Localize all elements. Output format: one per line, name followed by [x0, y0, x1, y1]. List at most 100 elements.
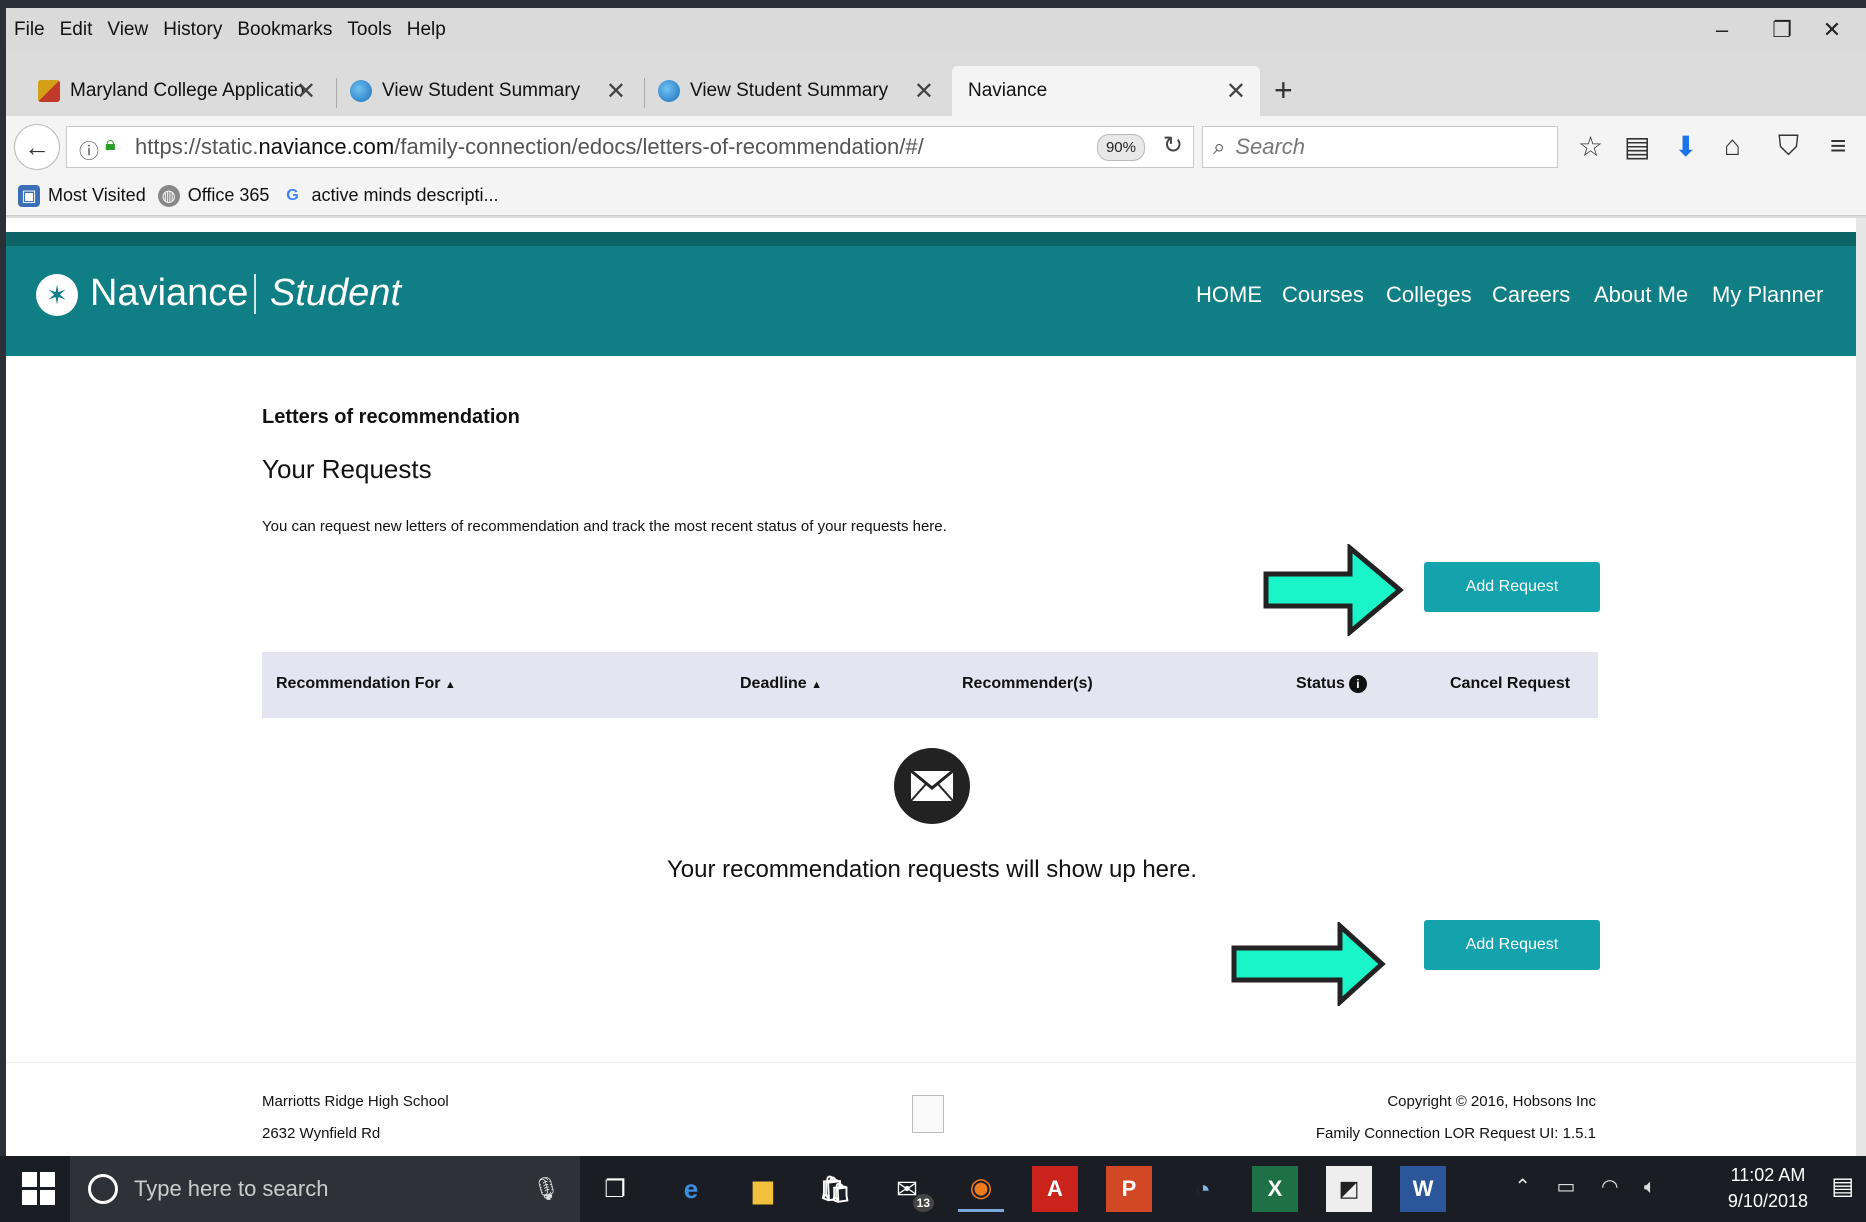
close-icon[interactable]: ✕ — [1226, 77, 1246, 106]
menu-tools[interactable]: Tools — [347, 19, 391, 41]
add-request-button-top[interactable]: Add Request — [1424, 562, 1600, 612]
tab-separator — [336, 78, 337, 108]
system-tray[interactable]: ⌃ ▭ ◠ 🔈︎ — [1514, 1174, 1666, 1199]
tab-bar: Maryland College Applicatio ✕ View Stude… — [6, 66, 1866, 120]
document-icon — [912, 1095, 944, 1133]
minimize-button[interactable]: – — [1696, 12, 1748, 48]
windows-start-icon[interactable] — [22, 1172, 56, 1206]
word-icon[interactable]: W — [1400, 1166, 1446, 1212]
lock-icon: 🔒︎ — [105, 133, 116, 155]
nav-careers[interactable]: Careers — [1492, 282, 1570, 308]
reload-icon[interactable]: ↻ — [1163, 131, 1183, 160]
menu-edit[interactable]: Edit — [60, 19, 93, 41]
sticky-notes-icon[interactable]: ◩ — [1326, 1166, 1372, 1212]
arrow-annotation-bottom — [1231, 922, 1386, 1006]
menu-view[interactable]: View — [107, 19, 148, 41]
search-box[interactable]: ⌕ Search — [1202, 126, 1558, 168]
task-view-icon[interactable]: ❐ — [592, 1166, 638, 1212]
nav-about-me[interactable]: About Me — [1594, 282, 1688, 308]
menu-file[interactable]: File — [14, 19, 45, 41]
browser-window: File Edit View History Bookmarks Tools H… — [6, 8, 1866, 1156]
brand-subtitle: Student — [270, 272, 401, 314]
close-icon[interactable]: ✕ — [296, 77, 316, 106]
page-scrollbar[interactable] — [1856, 218, 1866, 1156]
tab-view-student-summary-2[interactable]: View Student Summary ✕ — [658, 66, 948, 116]
excel-icon[interactable]: X — [1252, 1166, 1298, 1212]
naviance-logo-icon[interactable]: ✶ — [36, 274, 78, 316]
menu-help[interactable]: Help — [407, 19, 446, 41]
bookmark-most-visited[interactable]: ▣ Most Visited — [18, 184, 146, 207]
web-page: ✶ Naviance Student HOME Courses Colleges… — [6, 218, 1858, 1156]
powerpoint-icon[interactable]: P — [1106, 1166, 1152, 1212]
notifications-icon[interactable]: ▤ — [1831, 1172, 1854, 1201]
menu-bookmarks[interactable]: Bookmarks — [237, 19, 332, 41]
column-recommendation-for[interactable]: Recommendation For ▲ — [276, 675, 456, 693]
google-icon: G — [286, 186, 299, 204]
bookmark-folder-icon: ▣ — [18, 184, 40, 207]
info-icon[interactable]: ⓘ — [79, 135, 99, 164]
tab-label: Maryland College Applicatio — [70, 80, 305, 101]
bookmarks-bar: ▣ Most Visited ◍ Office 365 Gactive minds … — [6, 176, 1866, 216]
bookmark-office-365[interactable]: ◍ Office 365 — [157, 184, 269, 207]
mail-icon[interactable]: ✉ 13 — [884, 1166, 934, 1212]
arrow-annotation-top — [1263, 544, 1404, 636]
nav-colleges[interactable]: Colleges — [1386, 282, 1472, 308]
microphone-icon[interactable]: 🎙︎ — [532, 1176, 560, 1202]
acrobat-icon[interactable]: A — [1032, 1166, 1078, 1212]
reading-list-icon[interactable]: ▤ — [1624, 130, 1650, 163]
app-icon[interactable]: ◔ — [1180, 1166, 1226, 1212]
file-explorer-icon[interactable]: ▆ — [740, 1166, 786, 1212]
tab-naviance[interactable]: Naviance ✕ — [952, 66, 1260, 116]
clock[interactable]: 11:02 AM 9/10/2018 — [1728, 1162, 1808, 1214]
column-deadline[interactable]: Deadline ▲ — [740, 675, 822, 693]
address-bar[interactable]: ⓘ 🔒︎ https://static.naviance.com/family-… — [66, 126, 1194, 168]
restore-button[interactable]: ❐ — [1756, 12, 1808, 48]
page-footer: Marriotts Ridge High School 2632 Wynfiel… — [6, 1062, 1858, 1156]
cortana-icon — [88, 1174, 118, 1204]
brand-name[interactable]: Naviance — [90, 272, 248, 315]
edge-icon[interactable]: e — [668, 1166, 714, 1212]
navigation-bar: ← ⓘ 🔒︎ https://static.naviance.com/famil… — [6, 116, 1866, 176]
add-request-button-bottom[interactable]: Add Request — [1424, 920, 1600, 970]
site-header: ✶ Naviance Student HOME Courses Colleges… — [6, 232, 1858, 356]
taskbar-search[interactable]: Type here to search 🎙︎ — [70, 1156, 580, 1222]
url-text[interactable]: https://static.naviance.com/family-conne… — [135, 134, 924, 160]
page-title: Your Requests — [262, 454, 432, 484]
tab-view-student-summary-1[interactable]: View Student Summary ✕ — [350, 66, 640, 116]
pocket-icon[interactable]: ⛉ — [1778, 130, 1799, 163]
download-icon[interactable]: ⬇ — [1674, 130, 1697, 163]
back-button[interactable]: ← — [14, 124, 60, 170]
column-status: Status i — [1296, 675, 1367, 693]
store-icon[interactable]: 🛍︎ — [812, 1166, 858, 1212]
globe-icon — [350, 80, 372, 102]
intro-text: You can request new letters of recommend… — [262, 518, 947, 535]
version-text: Family Connection LOR Request UI: 1.5.1 — [1315, 1125, 1596, 1142]
menu-bar: File Edit View History Bookmarks Tools H… — [6, 8, 1866, 52]
nav-home[interactable]: HOME — [1196, 282, 1262, 308]
bookmark-active-minds[interactable]: Gactive minds descripti... — [281, 185, 498, 207]
firefox-icon[interactable]: ◉ — [958, 1166, 1004, 1212]
nav-my-planner[interactable]: My Planner — [1712, 282, 1823, 308]
column-cancel-request: Cancel Request — [1450, 675, 1571, 692]
close-window-button[interactable]: ✕ — [1806, 12, 1858, 48]
menu-history[interactable]: History — [163, 19, 222, 41]
taskbar-search-placeholder: Type here to search — [134, 1176, 329, 1201]
close-icon[interactable]: ✕ — [914, 77, 934, 106]
home-icon[interactable]: ⌂ — [1724, 130, 1741, 162]
taskbar: Type here to search 🎙︎ ❐ e ▆ 🛍︎ ✉ 13 ◉ A … — [0, 1156, 1866, 1222]
info-icon[interactable]: i — [1348, 675, 1367, 693]
envelope-icon — [894, 748, 970, 824]
close-icon[interactable]: ✕ — [606, 77, 626, 106]
menu-icon[interactable]: ≡ — [1830, 130, 1846, 162]
zoom-level[interactable]: 90% — [1096, 134, 1145, 161]
tab-maryland-college[interactable]: Maryland College Applicatio ✕ — [38, 66, 330, 116]
maryland-flag-icon — [38, 80, 60, 102]
clock-time: 11:02 AM — [1730, 1165, 1806, 1185]
nav-courses[interactable]: Courses — [1282, 282, 1364, 308]
screen-frame: File Edit View History Bookmarks Tools H… — [0, 0, 1866, 1222]
sort-arrow-icon: ▲ — [444, 679, 456, 691]
column-recommenders: Recommender(s) — [962, 675, 1093, 692]
star-icon[interactable]: ☆ — [1578, 130, 1603, 163]
tab-separator — [644, 78, 645, 108]
new-tab-button[interactable]: + — [1274, 72, 1293, 109]
